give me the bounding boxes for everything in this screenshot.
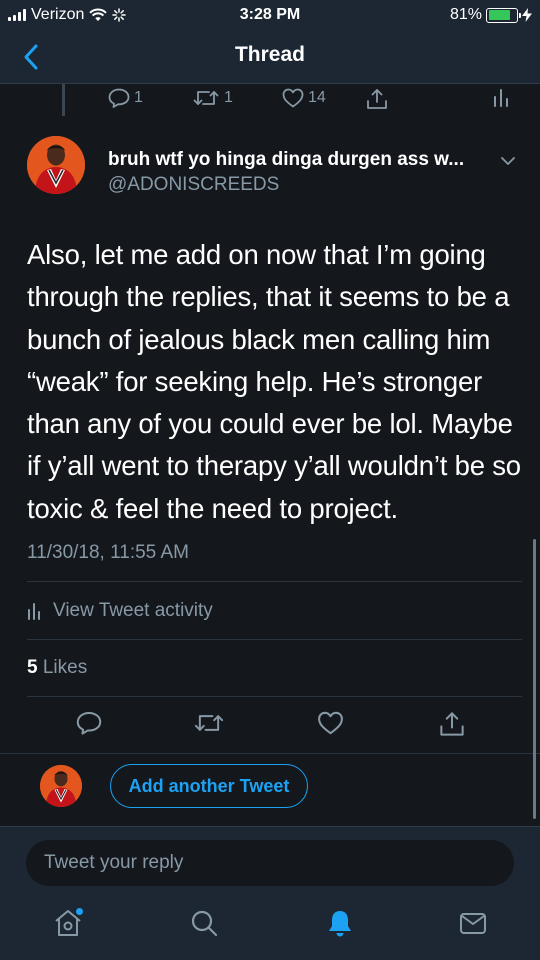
- reply-input[interactable]: [26, 840, 514, 886]
- likes-summary[interactable]: 5 Likes: [27, 657, 87, 679]
- tab-messages[interactable]: [458, 908, 488, 943]
- avatar-image: [27, 136, 85, 194]
- prev-reply-button[interactable]: 1: [108, 88, 143, 108]
- share-button[interactable]: [439, 711, 465, 742]
- prev-retweet-button[interactable]: 1: [192, 88, 233, 108]
- mail-icon: [460, 913, 486, 934]
- tab-search[interactable]: [189, 908, 219, 943]
- share-icon: [440, 712, 464, 736]
- previous-tweet-actions: 1 1 14: [108, 88, 518, 114]
- tweet-text: Also, let me add on now that I’m going t…: [27, 239, 521, 524]
- charging-bolt-icon: [522, 8, 532, 22]
- avatar-image: [40, 765, 82, 807]
- status-bar: Verizon 3:28 PM 81%: [0, 0, 540, 30]
- reply-bar: [0, 826, 540, 888]
- battery-icon: [486, 7, 521, 23]
- scrollbar[interactable]: [533, 539, 536, 819]
- author-display-name[interactable]: bruh wtf yo hinga dinga durgen ass w...: [108, 149, 464, 171]
- retweet-icon: [194, 715, 224, 731]
- prev-like-count: 14: [308, 89, 326, 106]
- nav-bar: Thread: [0, 30, 540, 84]
- view-tweet-activity[interactable]: View Tweet activity: [27, 600, 213, 622]
- notification-dot: [76, 908, 83, 915]
- prev-like-button[interactable]: 14: [282, 88, 326, 108]
- tab-bar: [0, 888, 540, 960]
- view-tweet-activity-label: View Tweet activity: [53, 600, 213, 621]
- reply-icon: [76, 711, 102, 735]
- author-avatar[interactable]: [27, 136, 85, 194]
- status-right: 81%: [450, 6, 532, 24]
- chevron-down-icon[interactable]: [499, 152, 517, 170]
- retweet-icon: [193, 91, 219, 105]
- author-handle[interactable]: @ADONISCREEDS: [108, 174, 279, 196]
- battery-fill: [488, 10, 511, 20]
- likes-count: 5: [27, 657, 38, 678]
- tweet-action-bar: [0, 709, 540, 745]
- likes-label: Likes: [42, 657, 88, 678]
- share-icon: [367, 89, 387, 109]
- analytics-icon: [28, 603, 40, 620]
- heart-icon: [282, 88, 304, 108]
- retweet-button[interactable]: [193, 711, 225, 740]
- page-title: Thread: [234, 43, 305, 66]
- prev-retweet-count: 1: [224, 89, 233, 106]
- thread-view[interactable]: 1 1 14 bruh wtf yo hinga dinga durgen as…: [0, 84, 540, 826]
- reply-button[interactable]: [76, 711, 102, 740]
- tab-home[interactable]: [53, 908, 83, 943]
- analytics-icon: [494, 89, 508, 107]
- divider: [0, 753, 540, 754]
- heart-icon: [318, 711, 343, 735]
- bell-icon: [329, 911, 351, 937]
- divider: [27, 581, 522, 582]
- add-another-tweet-button[interactable]: Add another Tweet: [110, 764, 308, 808]
- reply-icon: [108, 88, 130, 108]
- tab-notifications[interactable]: [325, 908, 355, 943]
- battery-percent: 81%: [449, 6, 482, 23]
- prev-analytics-button[interactable]: [492, 88, 510, 108]
- tweet-timestamp: 11/30/18, 11:55 AM: [27, 542, 189, 563]
- prev-reply-count: 1: [134, 89, 143, 106]
- thread-connector-line: [62, 84, 65, 116]
- divider: [27, 639, 522, 640]
- search-icon: [191, 910, 218, 937]
- like-button[interactable]: [317, 711, 344, 740]
- prev-share-button[interactable]: [366, 88, 388, 110]
- current-user-avatar[interactable]: [40, 765, 82, 807]
- divider: [27, 696, 522, 697]
